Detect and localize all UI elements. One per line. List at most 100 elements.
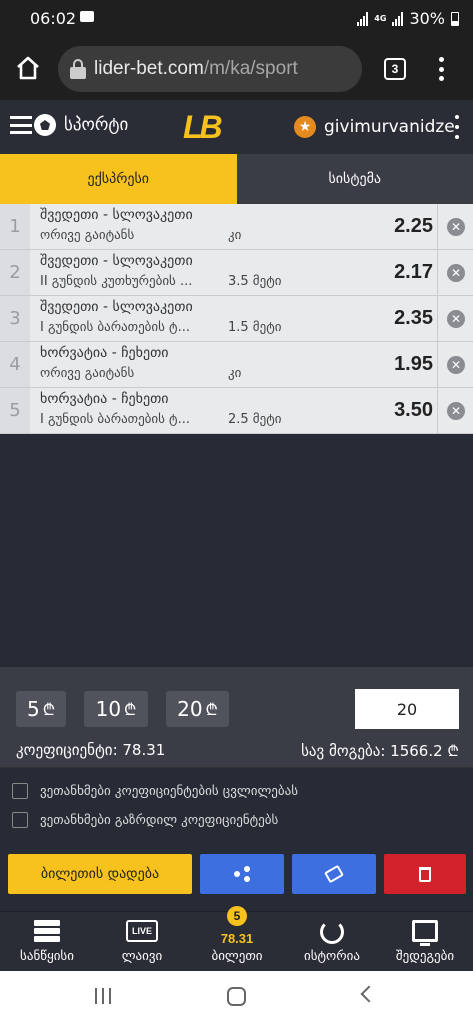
sport-menu-label: სპორტი bbox=[64, 115, 129, 135]
nav-sports[interactable]: სანწყისი bbox=[0, 912, 94, 972]
live-icon: LIVE bbox=[126, 920, 158, 942]
url-host: lider-bet.com bbox=[94, 58, 204, 79]
bet-row: 3 შვედეთი - სლოვაკეთი I გუნდის ბარათების… bbox=[0, 296, 473, 342]
browser-menu-icon[interactable] bbox=[432, 57, 450, 81]
tabs-count-icon[interactable]: 3 bbox=[384, 58, 406, 80]
nav-label: ბილეთი bbox=[211, 949, 263, 964]
nav-ticket[interactable]: 5 78.31 ბილეთი bbox=[190, 906, 284, 972]
remove-bet-icon[interactable]: ✕ bbox=[447, 402, 465, 420]
checkbox[interactable] bbox=[12, 812, 28, 828]
bet-number: 1 bbox=[0, 204, 30, 249]
place-bet-button[interactable]: ბილეთის დადება bbox=[8, 854, 192, 894]
total-coefficient: კოეფიციენტი: 78.31 bbox=[16, 741, 166, 759]
potential-win: სავ მოგება: 1566.2 ₾ bbox=[301, 742, 459, 760]
bet-market: ორივე გაიტანს bbox=[40, 366, 135, 381]
ticket-count-badge: 5 bbox=[227, 906, 247, 926]
tab-system[interactable]: სისტემა bbox=[236, 154, 473, 204]
bet-actions: ბილეთის დადება bbox=[0, 853, 473, 911]
more-options-icon[interactable] bbox=[454, 115, 460, 139]
ticket-coefficient: 78.31 bbox=[220, 931, 254, 946]
nav-history[interactable]: ისტორია bbox=[285, 912, 379, 972]
option-label: ვეთანხმები კოეფიციენტების ცვლილებას bbox=[40, 783, 299, 799]
bet-odd: 2.35 bbox=[394, 307, 433, 329]
lock-icon bbox=[70, 59, 86, 79]
bet-match: ხორვატია - ჩეხეთი bbox=[40, 391, 169, 407]
nav-label: შედეგები bbox=[395, 949, 455, 964]
remove-bet-icon[interactable]: ✕ bbox=[447, 218, 465, 236]
remove-bet-icon[interactable]: ✕ bbox=[447, 356, 465, 374]
system-navigation-bar bbox=[0, 971, 473, 1024]
bet-odd: 2.17 bbox=[394, 261, 433, 283]
tab-express[interactable]: ექსპრესი bbox=[0, 154, 237, 204]
message-icon bbox=[80, 11, 94, 22]
nav-label: სანწყისი bbox=[20, 949, 74, 964]
bet-outcome: 3.5 მეტი bbox=[228, 274, 282, 289]
bet-type-tabs: ექსპრესი სისტემა bbox=[0, 154, 473, 204]
back-icon[interactable] bbox=[360, 985, 378, 1003]
quick-stake-20-button[interactable]: 20 ₾ bbox=[166, 691, 229, 727]
quick-stake-amount: 10 bbox=[95, 697, 122, 721]
delete-all-button[interactable] bbox=[384, 854, 466, 894]
bet-market: I გუნდის ბარათების ტ... bbox=[40, 320, 190, 335]
stake-panel: 5₾ 10₾ 20₾ კოეფიციენტი: 78.31 სავ მოგება… bbox=[0, 667, 473, 767]
nav-live[interactable]: LIVE ლაივი bbox=[95, 912, 189, 972]
bet-number: 3 bbox=[0, 296, 30, 341]
accept-odds-change-option[interactable]: ვეთანხმები კოეფიციენტების ცვლილებას bbox=[12, 783, 298, 799]
url-path: /m/ka/sport bbox=[203, 58, 298, 79]
status-bar: 06:02 4G 30% bbox=[0, 0, 473, 38]
logo[interactable]: LB bbox=[183, 109, 223, 146]
user-profile[interactable]: ★ givimurvanidze bbox=[294, 116, 455, 138]
bet-row: 4 ხორვატია - ჩეხეთი ორივე გაიტანს კი 1.9… bbox=[0, 342, 473, 388]
bottom-navigation: სანწყისი LIVE ლაივი 5 78.31 ბილეთი ისტორ… bbox=[0, 906, 473, 972]
checkbox[interactable] bbox=[12, 783, 28, 799]
recent-apps-icon[interactable] bbox=[95, 988, 111, 1004]
quick-stake-10-button[interactable]: 10 ₾ bbox=[84, 691, 148, 727]
bet-outcome: კი bbox=[228, 366, 242, 381]
lari-icon: ₾ bbox=[205, 700, 218, 719]
home-icon[interactable] bbox=[14, 54, 42, 82]
nav-label: ლაივი bbox=[121, 949, 163, 964]
bet-odd: 2.25 bbox=[394, 215, 433, 237]
network-type: 4G bbox=[374, 13, 387, 23]
accept-increased-odds-option[interactable]: ვეთანხმები გაზრდილ კოეფიციენტებს bbox=[12, 812, 278, 828]
bet-outcome: კი bbox=[228, 228, 242, 243]
bet-row: 1 შვედეთი - სლოვაკეთი ორივე გაიტანს კი 2… bbox=[0, 204, 473, 250]
bet-outcome: 1.5 მეტი bbox=[228, 320, 282, 335]
option-label: ვეთანხმები გაზრდილ კოეფიციენტებს bbox=[40, 812, 279, 828]
bet-odd: 1.95 bbox=[394, 353, 433, 375]
lari-icon: ₾ bbox=[124, 700, 137, 719]
nav-label: ისტორია bbox=[304, 949, 360, 964]
bet-match: ხორვატია - ჩეხეთი bbox=[40, 345, 169, 361]
bet-odd: 3.50 bbox=[394, 399, 433, 421]
quick-stake-5-button[interactable]: 5 ₾ bbox=[16, 691, 66, 727]
bet-row: 5 ხორვატია - ჩეხეთი I გუნდის ბარათების ტ… bbox=[0, 388, 473, 434]
bet-options: ვეთანხმები კოეფიციენტების ცვლილებას ვეთა… bbox=[0, 767, 473, 853]
ticket-code-button[interactable] bbox=[292, 854, 376, 894]
monitor-icon bbox=[412, 920, 438, 946]
nav-results[interactable]: შედეგები bbox=[378, 912, 472, 972]
bet-market: I გუნდის ბარათების ტ... bbox=[40, 412, 190, 427]
address-bar[interactable]: lider-bet.com/m/ka/sport bbox=[58, 46, 362, 92]
quick-stake-amount: 5 bbox=[26, 697, 40, 721]
bet-number: 5 bbox=[0, 388, 30, 433]
bet-match: შვედეთი - სლოვაკეთი bbox=[40, 299, 193, 315]
football-icon bbox=[34, 114, 56, 136]
battery-icon bbox=[451, 11, 459, 26]
lari-icon: ₾ bbox=[42, 700, 56, 719]
signal-icon bbox=[392, 11, 404, 26]
ticket-icon bbox=[324, 864, 344, 884]
trash-icon bbox=[419, 866, 431, 882]
username: givimurvanidze bbox=[324, 117, 455, 137]
mute-signal-icon bbox=[357, 11, 369, 26]
remove-bet-icon[interactable]: ✕ bbox=[447, 264, 465, 282]
system-home-icon[interactable] bbox=[227, 987, 246, 1006]
bet-number: 2 bbox=[0, 250, 30, 295]
remove-bet-icon[interactable]: ✕ bbox=[447, 310, 465, 328]
sport-menu-button[interactable]: სპორტი bbox=[10, 114, 128, 136]
status-time: 06:02 bbox=[30, 9, 77, 28]
bet-market: ორივე გაიტანს bbox=[40, 228, 135, 243]
stake-amount-input[interactable] bbox=[355, 689, 459, 729]
share-icon bbox=[234, 866, 250, 882]
browser-toolbar: lider-bet.com/m/ka/sport 3 bbox=[0, 38, 473, 100]
share-button[interactable] bbox=[200, 854, 284, 894]
